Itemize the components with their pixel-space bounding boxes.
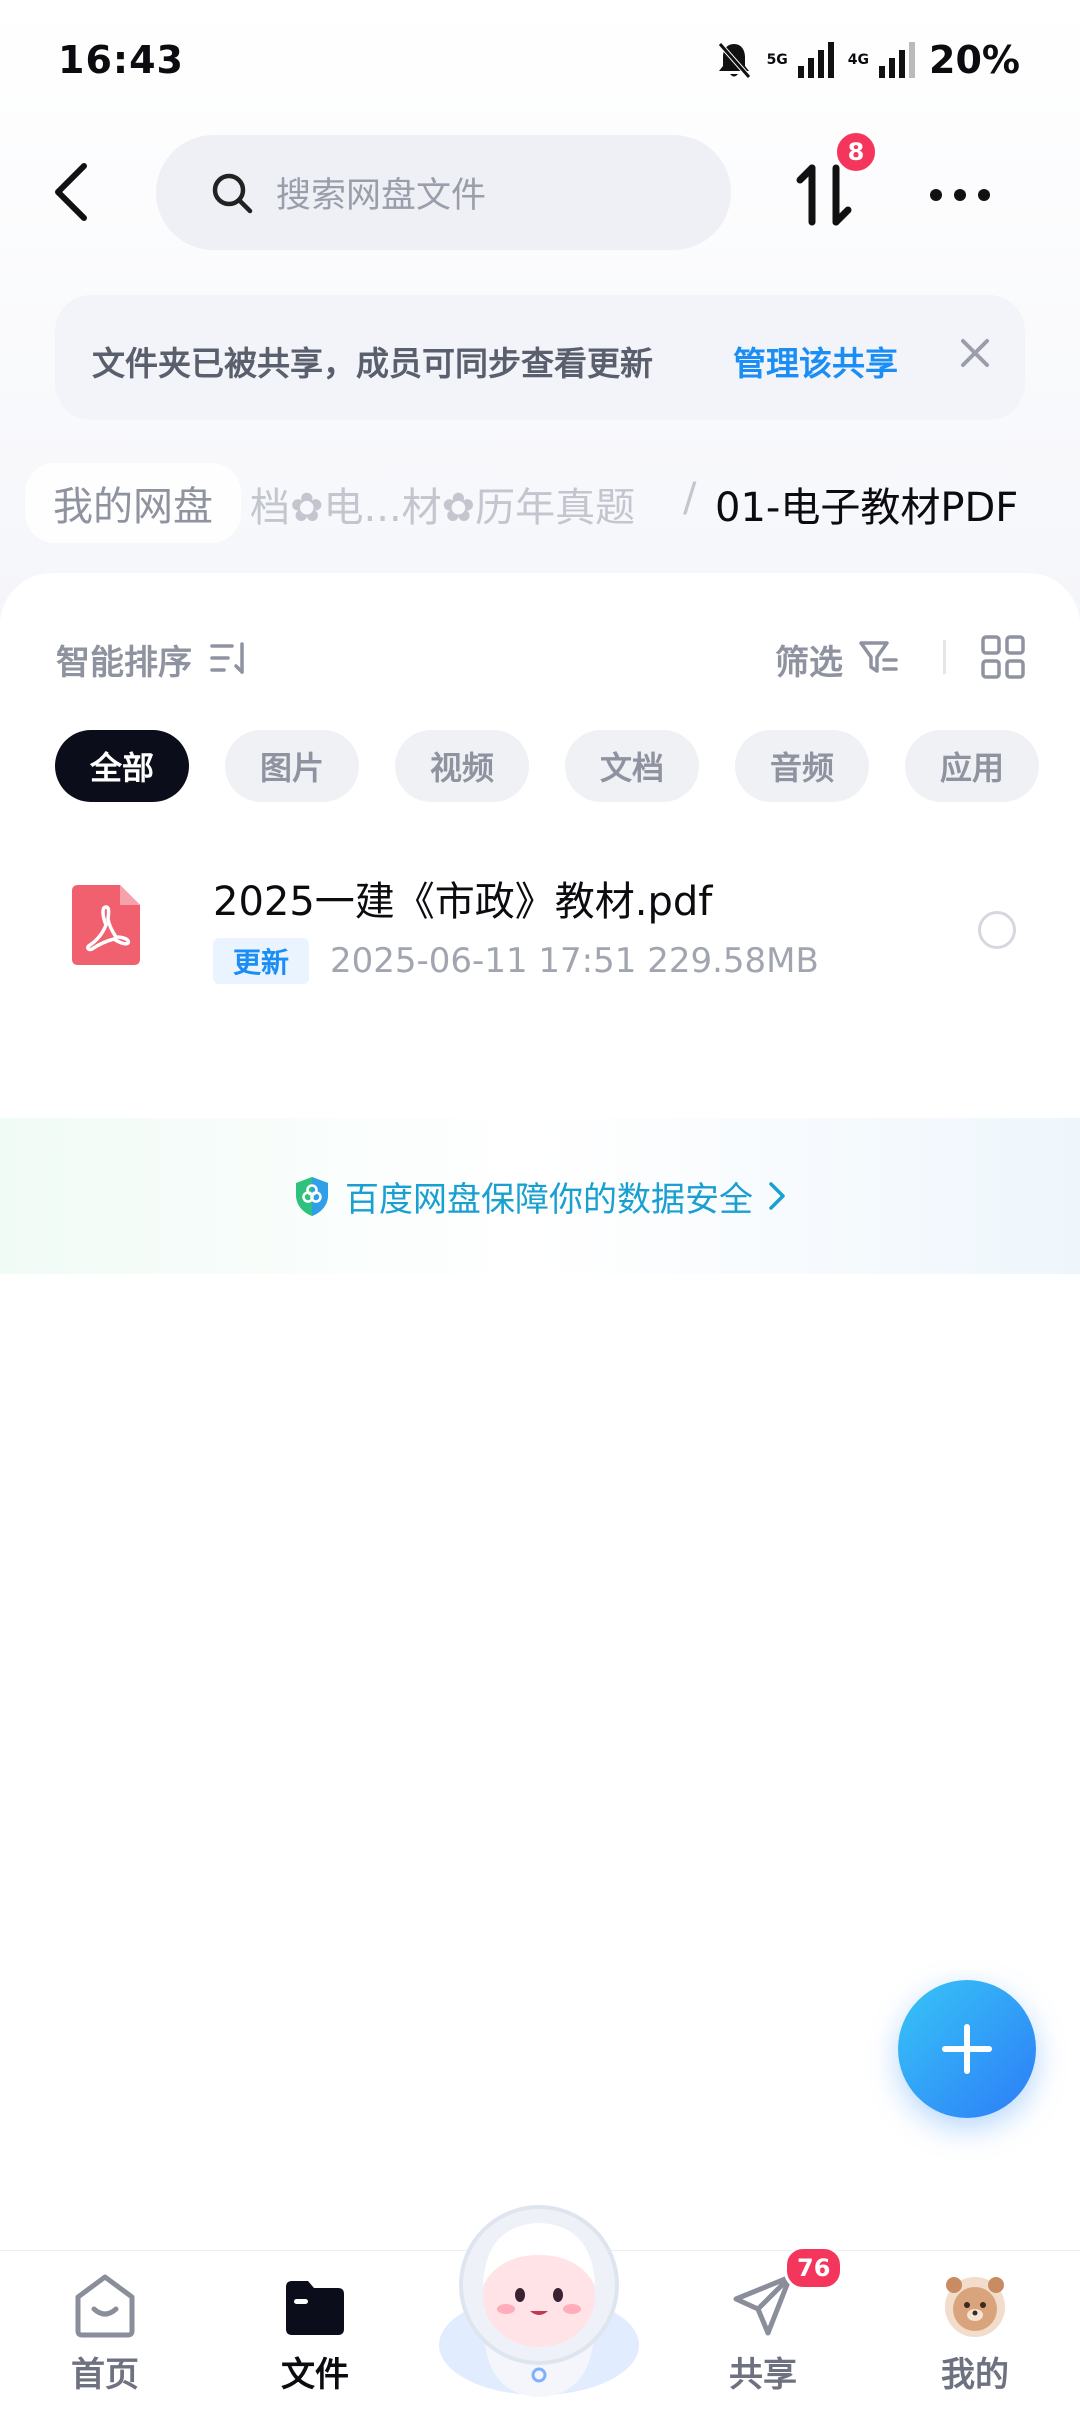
network-type-4g: 4G [847, 52, 870, 68]
file-type-chips: 全部 图片 视频 文档 音频 应用 [55, 730, 1039, 802]
chip-images[interactable]: 图片 [225, 730, 359, 802]
update-badge: 更新 [213, 938, 309, 984]
nav-label-profile: 我的 [941, 2355, 1009, 2395]
back-button[interactable] [40, 155, 100, 229]
avatar [945, 2277, 1005, 2337]
share-badge: 76 [784, 2246, 844, 2290]
signal-icon [879, 42, 916, 78]
chip-all[interactable]: 全部 [55, 730, 189, 802]
pdf-icon [72, 885, 140, 965]
more-button[interactable] [930, 180, 1000, 210]
more-icon-dot [954, 189, 966, 201]
search-placeholder: 搜索网盘文件 [276, 176, 487, 216]
nav-home[interactable]: 首页 [25, 2251, 185, 2415]
manage-share-link[interactable]: 管理该共享 [733, 337, 898, 385]
status-icons: 5G 4G 20% [715, 38, 1020, 82]
plus-icon [942, 2024, 992, 2074]
list-item[interactable]: 2025一建《市政》教材.pdf 更新 2025-06-11 17:51 229… [0, 855, 1080, 995]
chip-documents[interactable]: 文档 [565, 730, 699, 802]
home-icon [75, 2274, 135, 2338]
folder-icon [286, 2281, 344, 2335]
breadcrumb-middle[interactable]: 档✿电...材✿历年真题 [250, 475, 635, 533]
breadcrumb-current: 01-电子教材PDF [715, 485, 1019, 531]
share-notice-text: 文件夹已被共享，成员可同步查看更新 [92, 344, 653, 383]
select-checkbox[interactable] [978, 911, 1016, 949]
network-type-5g: 5G [766, 52, 788, 68]
grid-view-icon[interactable] [980, 634, 1026, 680]
transfer-badge: 8 [834, 130, 878, 174]
add-button[interactable] [898, 1980, 1036, 2118]
sort-icon[interactable] [210, 640, 250, 676]
chip-audio[interactable]: 音频 [735, 730, 869, 802]
safety-text: 百度网盘保障你的数据安全 [345, 1179, 753, 1220]
close-icon[interactable] [957, 335, 993, 371]
file-name: 2025一建《市政》教材.pdf [213, 879, 713, 925]
file-meta: 2025-06-11 17:51 229.58MB [330, 941, 819, 981]
filter-icon[interactable] [858, 638, 900, 678]
sort-button[interactable]: 智能排序 [56, 635, 192, 684]
breadcrumb-root[interactable]: 我的网盘 [25, 463, 241, 543]
breadcrumb: 档✿电...材✿历年真题 我的网盘 / 01-电子教材PDF [0, 455, 1080, 555]
nav-label-home: 首页 [71, 2355, 139, 2395]
battery-level: 20% [929, 38, 1020, 82]
status-bar: 16:43 5G 4G 20% [0, 0, 1080, 120]
chip-videos[interactable]: 视频 [395, 730, 529, 802]
share-notice-banner: 文件夹已被共享，成员可同步查看更新 管理该共享 [55, 295, 1025, 420]
back-arrow-icon [55, 163, 87, 221]
search-icon [212, 173, 253, 213]
file-list-panel [0, 573, 1080, 2414]
mascot-assistant-button[interactable] [428, 2185, 650, 2414]
nav-profile[interactable]: 我的 [895, 2251, 1055, 2415]
chip-apps[interactable]: 应用 [905, 730, 1039, 802]
more-icon [930, 189, 942, 201]
signal-icon [797, 42, 834, 78]
nav-label-files: 文件 [281, 2355, 349, 2395]
breadcrumb-separator: / [683, 475, 697, 521]
more-icon-dot [978, 189, 990, 201]
status-time: 16:43 [58, 38, 184, 82]
filter-button[interactable]: 筛选 [775, 635, 843, 684]
chevron-right-icon [769, 1182, 785, 1210]
safety-banner[interactable]: 百度网盘保障你的数据安全 [0, 1118, 1080, 1274]
bell-muted-icon [717, 42, 751, 79]
nav-label-share: 共享 [729, 2355, 797, 2395]
search-input[interactable]: 搜索网盘文件 [156, 135, 731, 250]
toolbar-divider [943, 640, 946, 674]
shield-icon [296, 1177, 328, 1216]
nav-files[interactable]: 文件 [235, 2251, 395, 2415]
